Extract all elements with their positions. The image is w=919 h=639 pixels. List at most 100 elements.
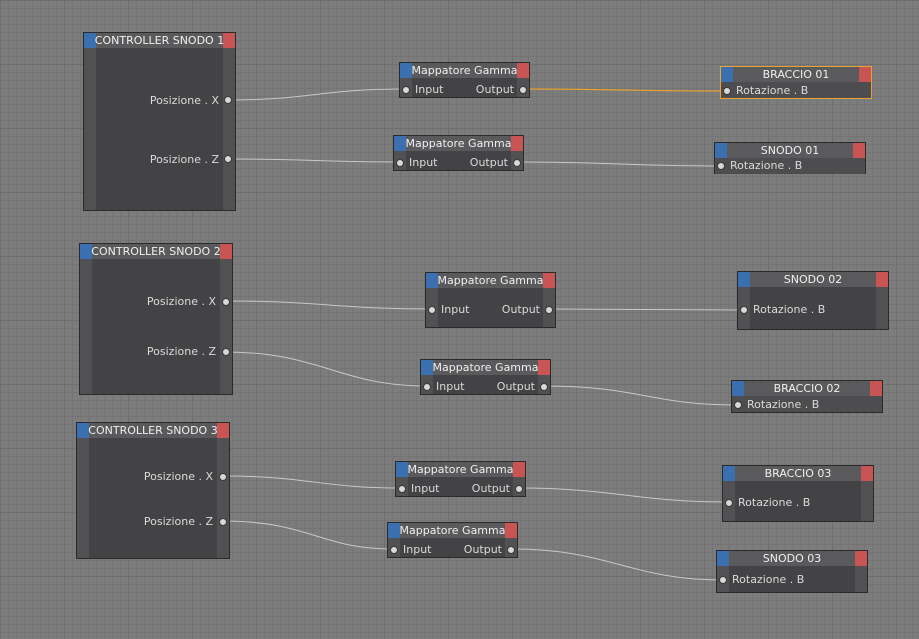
target-node-snodo-02[interactable]: SNODO 02 Rotazione . B	[737, 271, 889, 330]
node-header[interactable]: Mappatore Gamma	[400, 63, 529, 78]
controller-node-2[interactable]: CONTROLLER SNODO 2 Posizione . X Posizio…	[79, 243, 233, 395]
node-title: Mappatore Gamma	[405, 137, 512, 150]
input-port-dot[interactable]	[723, 87, 731, 95]
output-port-dot[interactable]	[224, 155, 232, 163]
node-header[interactable]: Mappatore Gamma	[421, 360, 550, 375]
node-header[interactable]: SNODO 01	[715, 143, 865, 158]
input-port-dot[interactable]	[423, 383, 431, 391]
node-title: SNODO 03	[762, 552, 822, 565]
wire-m6-t6[interactable]	[511, 548, 723, 581]
wire-c2z-m4[interactable]	[224, 351, 427, 387]
node-title: Mappatore Gamma	[399, 524, 506, 537]
mapper-node-4[interactable]: Mappatore Gamma Input Output	[420, 359, 551, 395]
wire-c1x-m1[interactable]	[227, 88, 406, 101]
target-node-snodo-03[interactable]: SNODO 03 Rotazione . B	[716, 550, 868, 593]
output-port-dot[interactable]	[515, 485, 523, 493]
mapper-node-3[interactable]: Mappatore Gamma Input Output	[425, 272, 556, 328]
wire-m1-t1[interactable]	[522, 88, 727, 92]
mapper-node-6[interactable]: Mappatore Gamma Input Output	[387, 522, 518, 558]
node-header[interactable]: Mappatore Gamma	[394, 136, 523, 151]
node-color-tab	[738, 272, 750, 287]
mapper-node-2[interactable]: Mappatore Gamma Input Output	[393, 135, 524, 171]
target-node-braccio-03[interactable]: BRACCIO 03 Rotazione . B	[722, 465, 874, 522]
output-port-dot[interactable]	[540, 383, 548, 391]
node-header[interactable]: BRACCIO 03	[723, 466, 873, 481]
node-header[interactable]: SNODO 03	[717, 551, 867, 566]
input-port-label: Input	[403, 543, 432, 556]
input-port-label: Input	[411, 482, 440, 495]
input-port-dot[interactable]	[428, 306, 436, 314]
node-header[interactable]: Mappatore Gamma	[426, 273, 555, 288]
node-header[interactable]: Mappatore Gamma	[388, 523, 517, 538]
node-header[interactable]: CONTROLLER SNODO 2	[80, 244, 232, 259]
node-header[interactable]: CONTROLLER SNODO 1	[84, 33, 235, 48]
input-port-label: Input	[409, 156, 438, 169]
node-color-tab	[876, 272, 888, 287]
output-port-label: Output	[496, 380, 535, 393]
output-port-label: Posizione . Z	[143, 515, 213, 528]
node-color-tab	[861, 466, 873, 481]
target-node-braccio-02[interactable]: BRACCIO 02 Rotazione . B	[731, 380, 883, 413]
output-port-dot[interactable]	[545, 306, 553, 314]
output-port-dot[interactable]	[224, 96, 232, 104]
input-port-dot[interactable]	[740, 306, 748, 314]
node-header[interactable]: CONTROLLER SNODO 3	[77, 423, 229, 438]
input-port-label: Input	[441, 303, 470, 316]
output-port-label: Output	[469, 156, 508, 169]
input-port-dot[interactable]	[725, 499, 733, 507]
input-port-dot[interactable]	[398, 485, 406, 493]
target-node-braccio-01[interactable]: BRACCIO 01 Rotazione . B	[720, 66, 872, 99]
mapper-node-1[interactable]: Mappatore Gamma Input Output	[399, 62, 530, 98]
output-port-dot[interactable]	[222, 298, 230, 306]
input-port-label: Input	[436, 380, 465, 393]
node-header[interactable]: SNODO 02	[738, 272, 888, 287]
input-port-dot[interactable]	[719, 576, 727, 584]
controller-node-1[interactable]: CONTROLLER SNODO 1 Posizione . X Posizio…	[83, 32, 236, 211]
input-port-label: Input	[415, 83, 444, 96]
node-header[interactable]: BRACCIO 02	[732, 381, 882, 396]
node-title: Mappatore Gamma	[411, 64, 518, 77]
node-title: BRACCIO 03	[764, 467, 832, 480]
input-port-label: Rotazione . B	[753, 303, 826, 316]
node-color-tab	[538, 360, 550, 375]
output-port-label: Output	[471, 482, 510, 495]
wire-c3x-m5[interactable]	[221, 475, 402, 489]
output-port-dot[interactable]	[222, 348, 230, 356]
node-color-tab	[732, 381, 744, 396]
output-port-dot[interactable]	[513, 159, 521, 167]
wire-c2x-m3[interactable]	[224, 300, 432, 310]
input-port-label: Rotazione . B	[736, 84, 809, 97]
node-color-tab	[855, 551, 867, 566]
input-port-dot[interactable]	[717, 162, 725, 170]
input-port-dot[interactable]	[390, 546, 398, 554]
input-port-dot[interactable]	[396, 159, 404, 167]
output-port-label: Posizione . Z	[149, 153, 219, 166]
node-header[interactable]: BRACCIO 01	[721, 67, 871, 82]
target-node-snodo-01[interactable]: SNODO 01 Rotazione . B	[714, 142, 866, 174]
node-header[interactable]: Mappatore Gamma	[396, 462, 525, 477]
node-color-tab	[870, 381, 882, 396]
mapper-node-5[interactable]: Mappatore Gamma Input Output	[395, 461, 526, 497]
wire-m5-t5[interactable]	[518, 487, 729, 503]
output-port-dot[interactable]	[507, 546, 515, 554]
node-color-tab	[388, 523, 400, 538]
wire-c1z-m2[interactable]	[227, 158, 400, 163]
input-port-dot[interactable]	[402, 86, 410, 94]
node-color-tab	[859, 67, 871, 82]
node-color-tab	[723, 466, 735, 481]
node-title: BRACCIO 01	[762, 68, 830, 81]
node-color-tab	[400, 63, 412, 78]
wire-m4-t4[interactable]	[543, 385, 738, 406]
output-port-dot[interactable]	[219, 518, 227, 526]
node-color-tab	[217, 423, 229, 438]
wire-c3z-m6[interactable]	[221, 520, 394, 550]
output-port-dot[interactable]	[219, 473, 227, 481]
output-port-dot[interactable]	[519, 86, 527, 94]
node-color-tab	[223, 33, 235, 48]
input-port-dot[interactable]	[734, 401, 742, 409]
node-title: Mappatore Gamma	[437, 274, 544, 287]
controller-node-3[interactable]: CONTROLLER SNODO 3 Posizione . X Posizio…	[76, 422, 230, 559]
wire-m3-t3[interactable]	[548, 308, 744, 311]
node-color-tab	[715, 143, 727, 158]
wire-m2-t2[interactable]	[516, 161, 721, 167]
